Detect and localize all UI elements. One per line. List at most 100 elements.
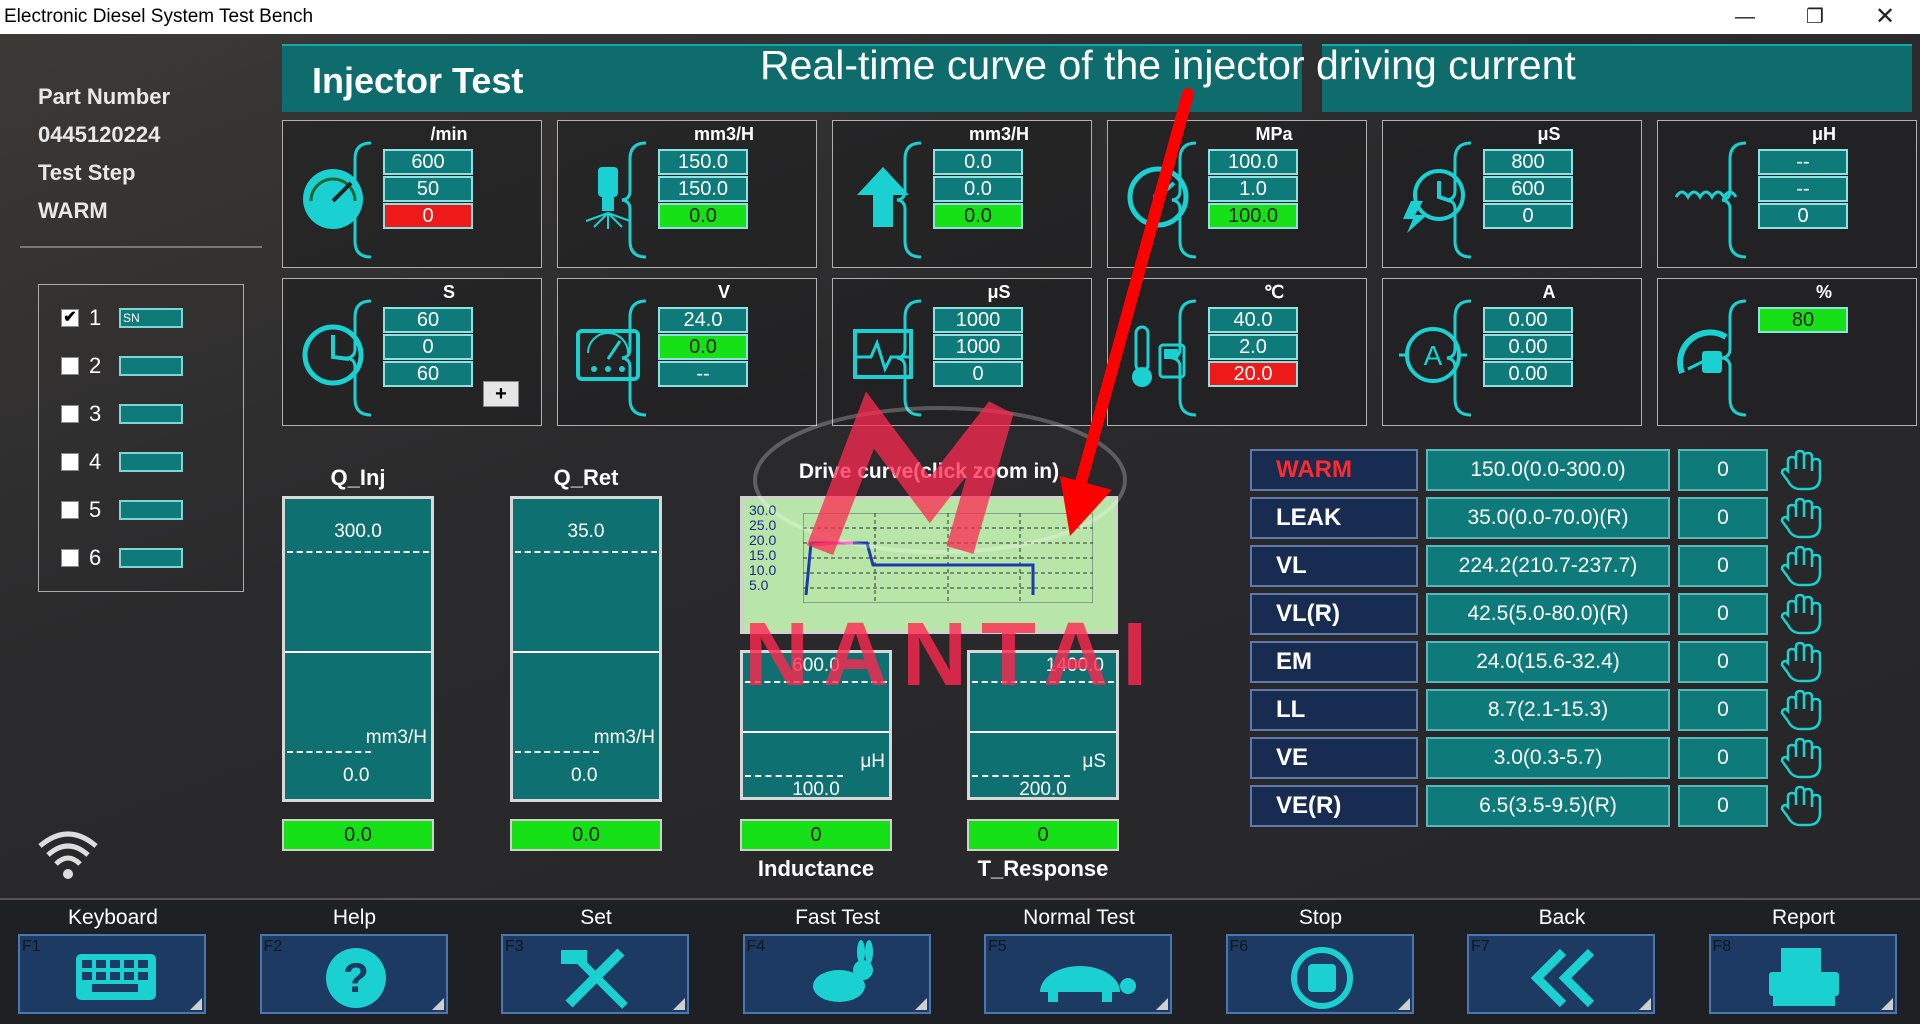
param-unit: μS <box>1537 124 1561 144</box>
result-step-button[interactable]: EM <box>1250 641 1418 683</box>
param-value[interactable]: 60 <box>383 361 473 387</box>
t-response-min: 200.0 <box>1019 779 1067 797</box>
fkey-label: Keyboard <box>68 906 158 929</box>
inductance-unit: μH <box>860 751 885 772</box>
param-value[interactable]: 0.0 <box>933 149 1023 175</box>
param-value[interactable]: 20.0 <box>1208 361 1298 387</box>
param-value[interactable]: 0.00 <box>1483 334 1573 360</box>
hand-pointer-icon[interactable] <box>1780 737 1824 779</box>
param-value[interactable]: 800 <box>1483 149 1573 175</box>
param-value[interactable]: 80 <box>1758 307 1848 333</box>
param-value[interactable]: -- <box>1758 149 1848 175</box>
result-step-button[interactable]: VE(R) <box>1250 785 1418 827</box>
result-step-button[interactable]: LL <box>1250 689 1418 731</box>
hand-pointer-icon[interactable] <box>1780 449 1824 491</box>
result-step-button[interactable]: LEAK <box>1250 497 1418 539</box>
sn-checkbox[interactable] <box>61 453 79 471</box>
result-range: 6.5(3.5-9.5)(R) <box>1426 785 1670 827</box>
param-value[interactable]: 0.0 <box>658 203 748 229</box>
q-inj-unit: mm3/H <box>365 727 427 748</box>
sn-input[interactable] <box>119 452 183 472</box>
param-value[interactable]: 0.0 <box>658 334 748 360</box>
svg-text:A: A <box>1424 340 1443 371</box>
param-value[interactable]: 150.0 <box>658 149 748 175</box>
close-icon[interactable]: ✕ <box>1850 0 1920 34</box>
fkey-button[interactable]: F1 <box>18 934 206 1014</box>
restore-icon[interactable]: ❐ <box>1780 0 1850 34</box>
fkey-button[interactable]: F2? <box>259 934 448 1014</box>
q-ret-unit: mm3/H <box>593 727 655 748</box>
result-step-button[interactable]: VL <box>1250 545 1418 587</box>
param-value[interactable]: 600 <box>383 149 473 175</box>
hand-pointer-icon[interactable] <box>1780 593 1824 635</box>
param-value[interactable]: 0.00 <box>1483 307 1573 333</box>
hand-pointer-icon[interactable] <box>1780 497 1824 539</box>
sn-checkbox[interactable] <box>61 357 79 375</box>
param-value[interactable]: 0.00 <box>1483 361 1573 387</box>
q-ret-label: Q_Ret <box>553 465 619 490</box>
corner-mark <box>431 998 444 1010</box>
sn-input[interactable]: SN <box>119 308 183 328</box>
fkey-button[interactable]: F3 <box>501 934 689 1014</box>
fkey-button[interactable]: F6 <box>1225 934 1414 1014</box>
param-value[interactable]: 150.0 <box>658 176 748 202</box>
param-value[interactable]: 0.0 <box>933 203 1023 229</box>
param-value[interactable]: 0 <box>383 334 473 360</box>
fuel-gauge-icon <box>1677 329 1728 375</box>
watermark-text: NANTAI <box>744 605 1162 705</box>
sn-input[interactable] <box>119 404 183 424</box>
param-value[interactable]: 40.0 <box>1208 307 1298 333</box>
svg-text:?: ? <box>343 954 369 1001</box>
param-panel: S 60 0 60 + <box>282 278 542 426</box>
sn-checkbox[interactable] <box>61 405 79 423</box>
tools-icon <box>561 948 628 1009</box>
param-value[interactable]: 1.0 <box>1208 176 1298 202</box>
gauge-dash-line <box>287 551 429 553</box>
fkey-button[interactable]: F5 <box>984 934 1172 1014</box>
result-step-button[interactable]: VE <box>1250 737 1418 779</box>
hand-pointer-icon[interactable] <box>1780 641 1824 683</box>
param-value[interactable]: 60 <box>383 307 473 333</box>
param-value[interactable]: -- <box>1758 176 1848 202</box>
param-value[interactable]: 0 <box>1483 203 1573 229</box>
sn-checkbox[interactable] <box>61 501 79 519</box>
fkey-button[interactable]: F8 <box>1708 934 1897 1014</box>
sn-input[interactable] <box>119 548 183 568</box>
param-value[interactable]: 24.0 <box>658 307 748 333</box>
result-step-button[interactable]: VL(R) <box>1250 593 1418 635</box>
title-bar: Electronic Diesel System Test Bench — ❐ … <box>0 0 1920 34</box>
param-value[interactable]: 2.0 <box>1208 334 1298 360</box>
fkey-report: Report F8 <box>1708 900 1899 1020</box>
sn-checkbox[interactable] <box>61 549 79 567</box>
sn-checkbox[interactable]: ✔ <box>61 309 79 327</box>
param-value[interactable]: 50 <box>383 176 473 202</box>
param-value[interactable]: 0.0 <box>933 176 1023 202</box>
add-button[interactable]: + <box>483 381 519 407</box>
stop-icon <box>1290 947 1353 1009</box>
param-value[interactable]: -- <box>658 361 748 387</box>
hand-pointer-icon[interactable] <box>1780 545 1824 587</box>
hand-pointer-icon[interactable] <box>1780 689 1824 731</box>
gauge-line <box>285 651 431 653</box>
fkey-fast-test: Fast Test F4 <box>742 900 933 1020</box>
param-value[interactable]: 0 <box>1758 203 1848 229</box>
sn-input[interactable] <box>119 356 183 376</box>
test-step-label: Test Step <box>38 160 136 185</box>
minimize-icon[interactable]: — <box>1710 0 1780 34</box>
sn-number: 3 <box>89 401 102 426</box>
param-value[interactable]: 0 <box>383 203 473 229</box>
gauge-line <box>970 731 1116 733</box>
param-unit: A <box>1542 282 1556 302</box>
fkey-button[interactable]: F7 <box>1467 934 1655 1014</box>
param-value[interactable]: 100.0 <box>1208 149 1298 175</box>
fkey-button[interactable]: F4 <box>742 934 931 1014</box>
param-value[interactable]: 100.0 <box>1208 203 1298 229</box>
param-value[interactable]: 1000 <box>933 334 1023 360</box>
q-ret-max: 35.0 <box>567 521 605 542</box>
sn-input[interactable] <box>119 500 183 520</box>
sn-row: ✔ 1 SN <box>61 303 183 333</box>
result-step-button[interactable]: WARM <box>1250 449 1418 491</box>
hand-pointer-icon[interactable] <box>1780 785 1824 827</box>
param-value[interactable]: 1000 <box>933 307 1023 333</box>
param-value[interactable]: 600 <box>1483 176 1573 202</box>
